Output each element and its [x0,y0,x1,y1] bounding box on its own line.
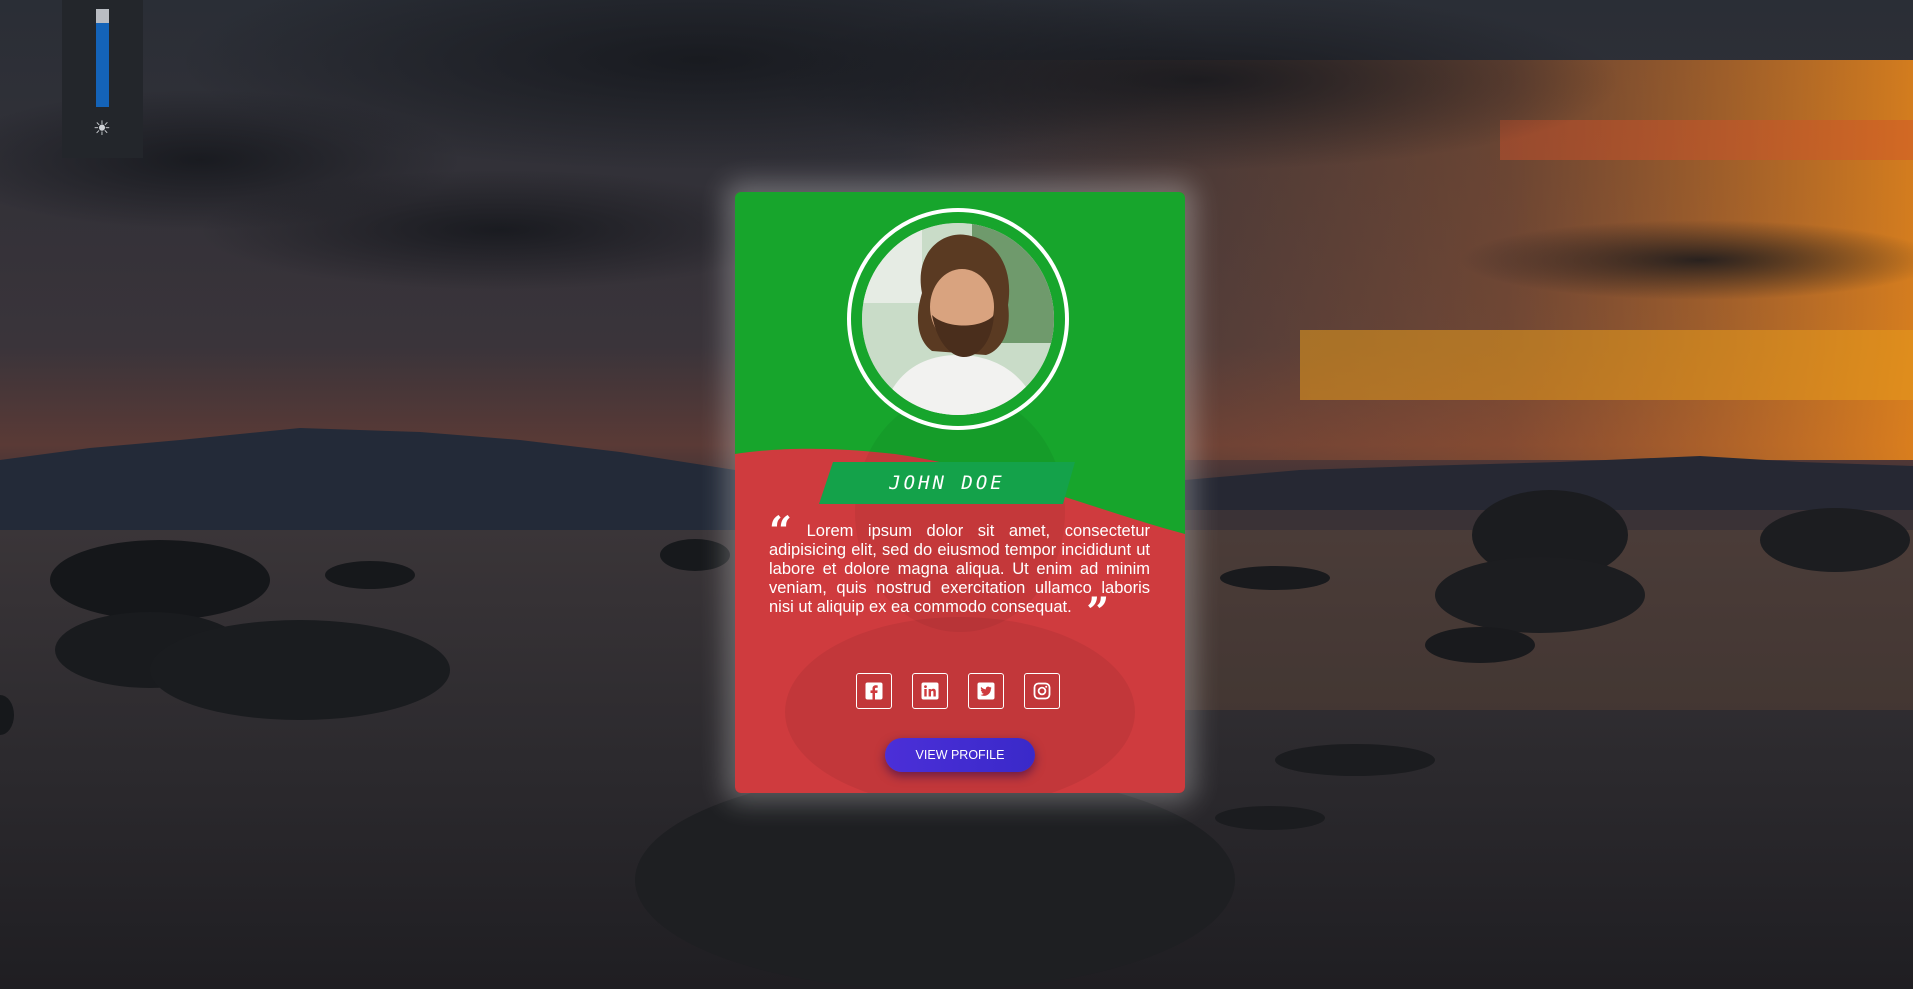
brightness-control[interactable]: ☀ [62,0,143,158]
brightness-slider-thumb[interactable] [96,9,109,23]
profile-quote: “ Lorem ipsum dolor sit amet, consectetu… [769,512,1150,633]
facebook-link[interactable] [856,673,892,709]
instagram-link[interactable] [1024,673,1060,709]
instagram-icon [1033,682,1051,700]
quote-close-icon: ” [1086,589,1110,636]
view-profile-button[interactable]: VIEW PROFILE [885,738,1035,772]
brightness-slider-fill [96,20,109,107]
linkedin-link[interactable] [912,673,948,709]
avatar [862,223,1054,415]
name-banner: JOHN DOE [819,462,1075,504]
avatar-frame [847,208,1069,430]
twitter-link[interactable] [968,673,1004,709]
sun-icon[interactable]: ☀ [90,116,114,140]
linkedin-icon [921,682,939,700]
profile-name: JOHN DOE [889,472,1005,494]
brightness-slider-track[interactable] [96,9,109,107]
social-links [856,673,1060,709]
profile-card: JOHN DOE “ Lorem ipsum dolor sit amet, c… [735,192,1185,793]
twitter-icon [977,682,995,700]
facebook-icon [865,682,883,700]
